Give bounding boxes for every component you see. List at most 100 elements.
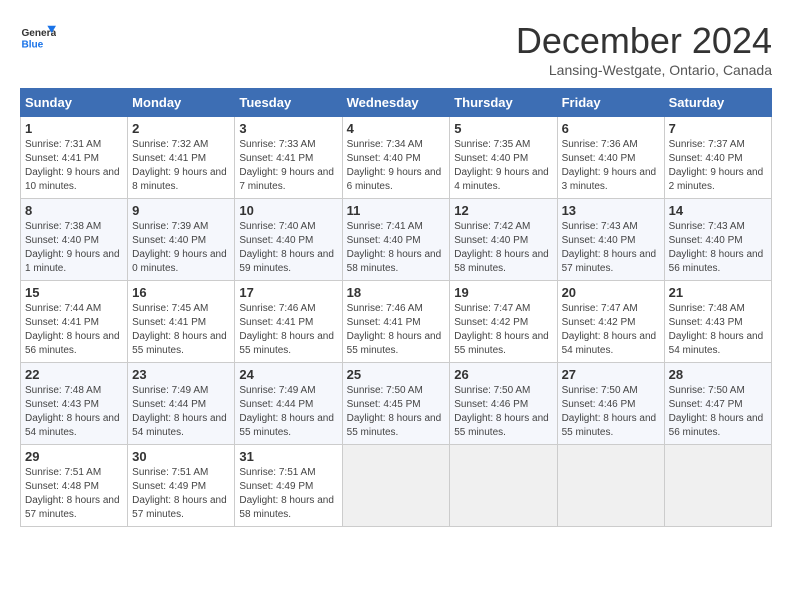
table-row: 19 Sunrise: 7:47 AM Sunset: 4:42 PM Dayl… xyxy=(450,281,557,363)
day-detail: Sunrise: 7:47 AM Sunset: 4:42 PM Dayligh… xyxy=(562,303,657,356)
day-number: 30 xyxy=(132,449,230,464)
day-number: 13 xyxy=(562,203,660,218)
table-row: 31 Sunrise: 7:51 AM Sunset: 4:49 PM Dayl… xyxy=(235,445,342,527)
table-row: 12 Sunrise: 7:42 AM Sunset: 4:40 PM Dayl… xyxy=(450,199,557,281)
day-detail: Sunrise: 7:43 AM Sunset: 4:40 PM Dayligh… xyxy=(669,221,764,274)
day-detail: Sunrise: 7:42 AM Sunset: 4:40 PM Dayligh… xyxy=(454,221,549,274)
table-row: 9 Sunrise: 7:39 AM Sunset: 4:40 PM Dayli… xyxy=(128,199,235,281)
day-number: 29 xyxy=(25,449,123,464)
table-row: 13 Sunrise: 7:43 AM Sunset: 4:40 PM Dayl… xyxy=(557,199,664,281)
day-number: 18 xyxy=(347,285,446,300)
table-row: 24 Sunrise: 7:49 AM Sunset: 4:44 PM Dayl… xyxy=(235,363,342,445)
day-number: 28 xyxy=(669,367,767,382)
day-detail: Sunrise: 7:40 AM Sunset: 4:40 PM Dayligh… xyxy=(239,221,334,274)
day-number: 10 xyxy=(239,203,337,218)
day-number: 26 xyxy=(454,367,552,382)
table-row: 3 Sunrise: 7:33 AM Sunset: 4:41 PM Dayli… xyxy=(235,117,342,199)
table-row: 8 Sunrise: 7:38 AM Sunset: 4:40 PM Dayli… xyxy=(21,199,128,281)
location-subtitle: Lansing-Westgate, Ontario, Canada xyxy=(516,62,772,78)
col-thursday: Thursday xyxy=(450,89,557,117)
day-number: 2 xyxy=(132,121,230,136)
day-number: 17 xyxy=(239,285,337,300)
day-number: 20 xyxy=(562,285,660,300)
logo-icon: General Blue xyxy=(20,20,56,56)
table-row: 15 Sunrise: 7:44 AM Sunset: 4:41 PM Dayl… xyxy=(21,281,128,363)
table-row: 22 Sunrise: 7:48 AM Sunset: 4:43 PM Dayl… xyxy=(21,363,128,445)
day-detail: Sunrise: 7:47 AM Sunset: 4:42 PM Dayligh… xyxy=(454,303,549,356)
day-detail: Sunrise: 7:50 AM Sunset: 4:46 PM Dayligh… xyxy=(454,385,549,438)
day-detail: Sunrise: 7:51 AM Sunset: 4:49 PM Dayligh… xyxy=(132,467,227,520)
table-row: 2 Sunrise: 7:32 AM Sunset: 4:41 PM Dayli… xyxy=(128,117,235,199)
day-detail: Sunrise: 7:41 AM Sunset: 4:40 PM Dayligh… xyxy=(347,221,442,274)
day-number: 5 xyxy=(454,121,552,136)
table-row: 29 Sunrise: 7:51 AM Sunset: 4:48 PM Dayl… xyxy=(21,445,128,527)
day-number: 11 xyxy=(347,203,446,218)
day-detail: Sunrise: 7:32 AM Sunset: 4:41 PM Dayligh… xyxy=(132,139,227,192)
table-row: 5 Sunrise: 7:35 AM Sunset: 4:40 PM Dayli… xyxy=(450,117,557,199)
col-saturday: Saturday xyxy=(664,89,771,117)
col-wednesday: Wednesday xyxy=(342,89,450,117)
table-row: 26 Sunrise: 7:50 AM Sunset: 4:46 PM Dayl… xyxy=(450,363,557,445)
table-row: 21 Sunrise: 7:48 AM Sunset: 4:43 PM Dayl… xyxy=(664,281,771,363)
day-detail: Sunrise: 7:35 AM Sunset: 4:40 PM Dayligh… xyxy=(454,139,549,192)
day-number: 23 xyxy=(132,367,230,382)
table-row: 30 Sunrise: 7:51 AM Sunset: 4:49 PM Dayl… xyxy=(128,445,235,527)
calendar-week-row: 15 Sunrise: 7:44 AM Sunset: 4:41 PM Dayl… xyxy=(21,281,772,363)
day-detail: Sunrise: 7:49 AM Sunset: 4:44 PM Dayligh… xyxy=(132,385,227,438)
month-title: December 2024 xyxy=(516,20,772,62)
day-detail: Sunrise: 7:38 AM Sunset: 4:40 PM Dayligh… xyxy=(25,221,120,274)
title-section: December 2024 Lansing-Westgate, Ontario,… xyxy=(516,20,772,78)
day-number: 1 xyxy=(25,121,123,136)
table-row: 6 Sunrise: 7:36 AM Sunset: 4:40 PM Dayli… xyxy=(557,117,664,199)
svg-text:Blue: Blue xyxy=(21,39,43,50)
day-detail: Sunrise: 7:50 AM Sunset: 4:47 PM Dayligh… xyxy=(669,385,764,438)
day-detail: Sunrise: 7:39 AM Sunset: 4:40 PM Dayligh… xyxy=(132,221,227,274)
day-detail: Sunrise: 7:43 AM Sunset: 4:40 PM Dayligh… xyxy=(562,221,657,274)
day-detail: Sunrise: 7:48 AM Sunset: 4:43 PM Dayligh… xyxy=(669,303,764,356)
table-row xyxy=(557,445,664,527)
table-row: 7 Sunrise: 7:37 AM Sunset: 4:40 PM Dayli… xyxy=(664,117,771,199)
calendar-week-row: 8 Sunrise: 7:38 AM Sunset: 4:40 PM Dayli… xyxy=(21,199,772,281)
table-row: 25 Sunrise: 7:50 AM Sunset: 4:45 PM Dayl… xyxy=(342,363,450,445)
day-detail: Sunrise: 7:31 AM Sunset: 4:41 PM Dayligh… xyxy=(25,139,120,192)
logo: General Blue xyxy=(20,20,56,56)
day-number: 9 xyxy=(132,203,230,218)
day-number: 25 xyxy=(347,367,446,382)
table-row xyxy=(450,445,557,527)
day-detail: Sunrise: 7:49 AM Sunset: 4:44 PM Dayligh… xyxy=(239,385,334,438)
table-row: 1 Sunrise: 7:31 AM Sunset: 4:41 PM Dayli… xyxy=(21,117,128,199)
day-detail: Sunrise: 7:50 AM Sunset: 4:46 PM Dayligh… xyxy=(562,385,657,438)
day-detail: Sunrise: 7:46 AM Sunset: 4:41 PM Dayligh… xyxy=(239,303,334,356)
table-row: 17 Sunrise: 7:46 AM Sunset: 4:41 PM Dayl… xyxy=(235,281,342,363)
day-number: 12 xyxy=(454,203,552,218)
day-number: 14 xyxy=(669,203,767,218)
calendar-table: Sunday Monday Tuesday Wednesday Thursday… xyxy=(20,88,772,527)
day-number: 6 xyxy=(562,121,660,136)
table-row: 16 Sunrise: 7:45 AM Sunset: 4:41 PM Dayl… xyxy=(128,281,235,363)
calendar-week-row: 1 Sunrise: 7:31 AM Sunset: 4:41 PM Dayli… xyxy=(21,117,772,199)
table-row: 20 Sunrise: 7:47 AM Sunset: 4:42 PM Dayl… xyxy=(557,281,664,363)
table-row: 11 Sunrise: 7:41 AM Sunset: 4:40 PM Dayl… xyxy=(342,199,450,281)
day-detail: Sunrise: 7:45 AM Sunset: 4:41 PM Dayligh… xyxy=(132,303,227,356)
col-sunday: Sunday xyxy=(21,89,128,117)
day-number: 24 xyxy=(239,367,337,382)
calendar-header-row: Sunday Monday Tuesday Wednesday Thursday… xyxy=(21,89,772,117)
day-detail: Sunrise: 7:34 AM Sunset: 4:40 PM Dayligh… xyxy=(347,139,442,192)
day-number: 21 xyxy=(669,285,767,300)
day-number: 3 xyxy=(239,121,337,136)
day-number: 4 xyxy=(347,121,446,136)
table-row: 10 Sunrise: 7:40 AM Sunset: 4:40 PM Dayl… xyxy=(235,199,342,281)
day-number: 19 xyxy=(454,285,552,300)
day-detail: Sunrise: 7:48 AM Sunset: 4:43 PM Dayligh… xyxy=(25,385,120,438)
day-number: 27 xyxy=(562,367,660,382)
table-row: 4 Sunrise: 7:34 AM Sunset: 4:40 PM Dayli… xyxy=(342,117,450,199)
table-row: 23 Sunrise: 7:49 AM Sunset: 4:44 PM Dayl… xyxy=(128,363,235,445)
day-number: 7 xyxy=(669,121,767,136)
day-detail: Sunrise: 7:36 AM Sunset: 4:40 PM Dayligh… xyxy=(562,139,657,192)
day-number: 16 xyxy=(132,285,230,300)
day-number: 31 xyxy=(239,449,337,464)
table-row xyxy=(342,445,450,527)
table-row xyxy=(664,445,771,527)
table-row: 14 Sunrise: 7:43 AM Sunset: 4:40 PM Dayl… xyxy=(664,199,771,281)
col-monday: Monday xyxy=(128,89,235,117)
